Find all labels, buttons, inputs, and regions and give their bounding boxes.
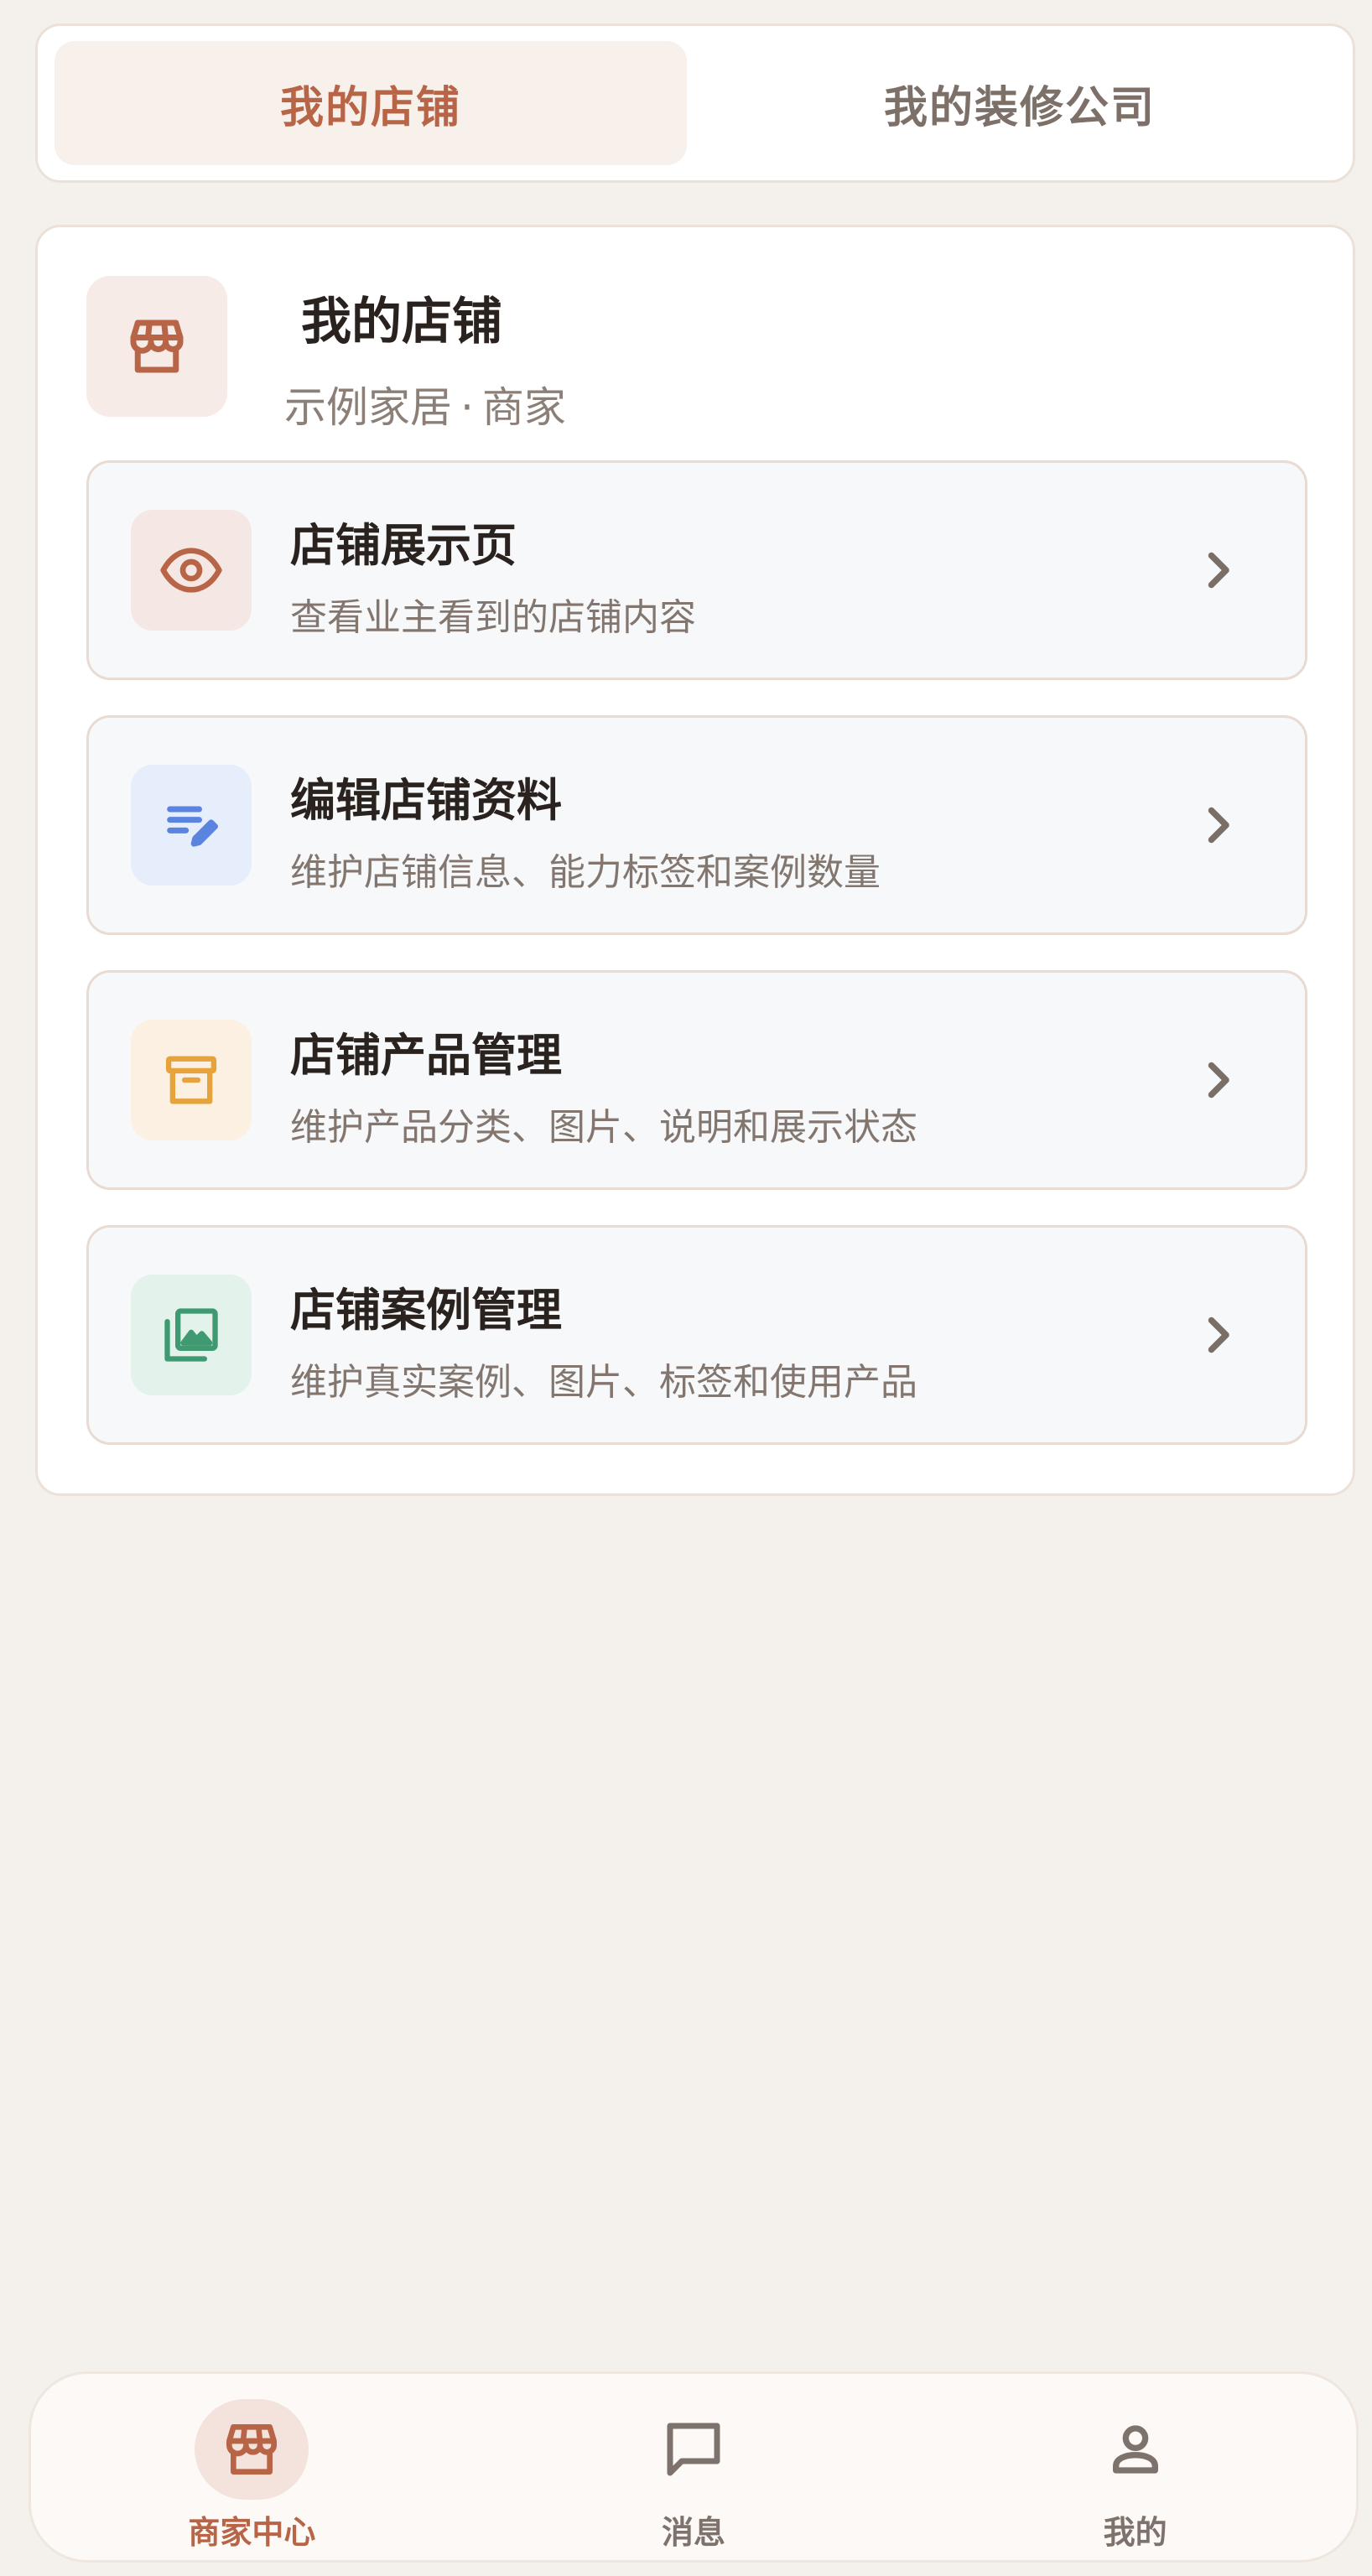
shop-subtitle: 示例家居 · 商家 [284,387,566,428]
menu-item-title: 店铺产品管理 [290,1029,562,1082]
menu-item-desc: 维护店铺信息、能力标签和案例数量 [290,851,881,894]
shop-title: 我的店铺 [301,293,502,351]
chevron-right-icon [1208,807,1229,844]
storefront-icon [195,2399,309,2500]
nav-item-mine[interactable]: 我的 [914,2374,1356,2560]
shop-card: 我的店铺 示例家居 · 商家 店铺展示页 查看业主看到的店铺内容 编辑店铺资料 维护… [35,225,1355,1496]
nav-item-messages[interactable]: 消息 [473,2374,915,2560]
tab-bar: 我的店铺 我的装修公司 [35,23,1355,183]
menu-item-desc: 维护产品分类、图片、说明和展示状态 [290,1106,917,1149]
archive-box-icon [131,1020,252,1140]
menu-item-shop-display[interactable]: 店铺展示页 查看业主看到的店铺内容 [86,460,1307,680]
shop-name: 示例家居 [284,383,452,432]
nav-label: 商家中心 [188,2514,316,2551]
menu-item-desc: 维护真实案例、图片、标签和使用产品 [290,1361,917,1404]
bottom-nav: 商家中心 消息 我的 [29,2371,1359,2563]
edit-note-icon [131,765,252,886]
tab-my-decoration-company[interactable]: 我的装修公司 [704,41,1336,165]
menu-item-case-management[interactable]: 店铺案例管理 维护真实案例、图片、标签和使用产品 [86,1225,1307,1445]
chevron-right-icon [1208,552,1229,589]
menu-item-title: 店铺案例管理 [290,1284,562,1337]
nav-label: 消息 [662,2514,726,2551]
chevron-right-icon [1208,1062,1229,1098]
chat-bubble-icon [637,2399,751,2500]
separator-dot: · [460,383,474,432]
tab-my-shop[interactable]: 我的店铺 [55,41,687,165]
nav-item-merchant-center[interactable]: 商家中心 [31,2374,473,2560]
nav-label: 我的 [1103,2514,1167,2551]
menu-item-edit-shop-info[interactable]: 编辑店铺资料 维护店铺信息、能力标签和案例数量 [86,715,1307,935]
menu-item-title: 店铺展示页 [290,519,517,572]
eye-icon [131,510,252,631]
menu-item-title: 编辑店铺资料 [290,774,562,827]
menu-item-product-management[interactable]: 店铺产品管理 维护产品分类、图片、说明和展示状态 [86,970,1307,1190]
chevron-right-icon [1208,1317,1229,1353]
shop-header: 我的店铺 示例家居 · 商家 [86,276,841,428]
shop-role: 商家 [481,383,566,432]
storefront-icon [86,276,227,417]
photo-library-icon [131,1275,252,1395]
menu-item-desc: 查看业主看到的店铺内容 [290,596,696,639]
person-icon [1078,2399,1193,2500]
